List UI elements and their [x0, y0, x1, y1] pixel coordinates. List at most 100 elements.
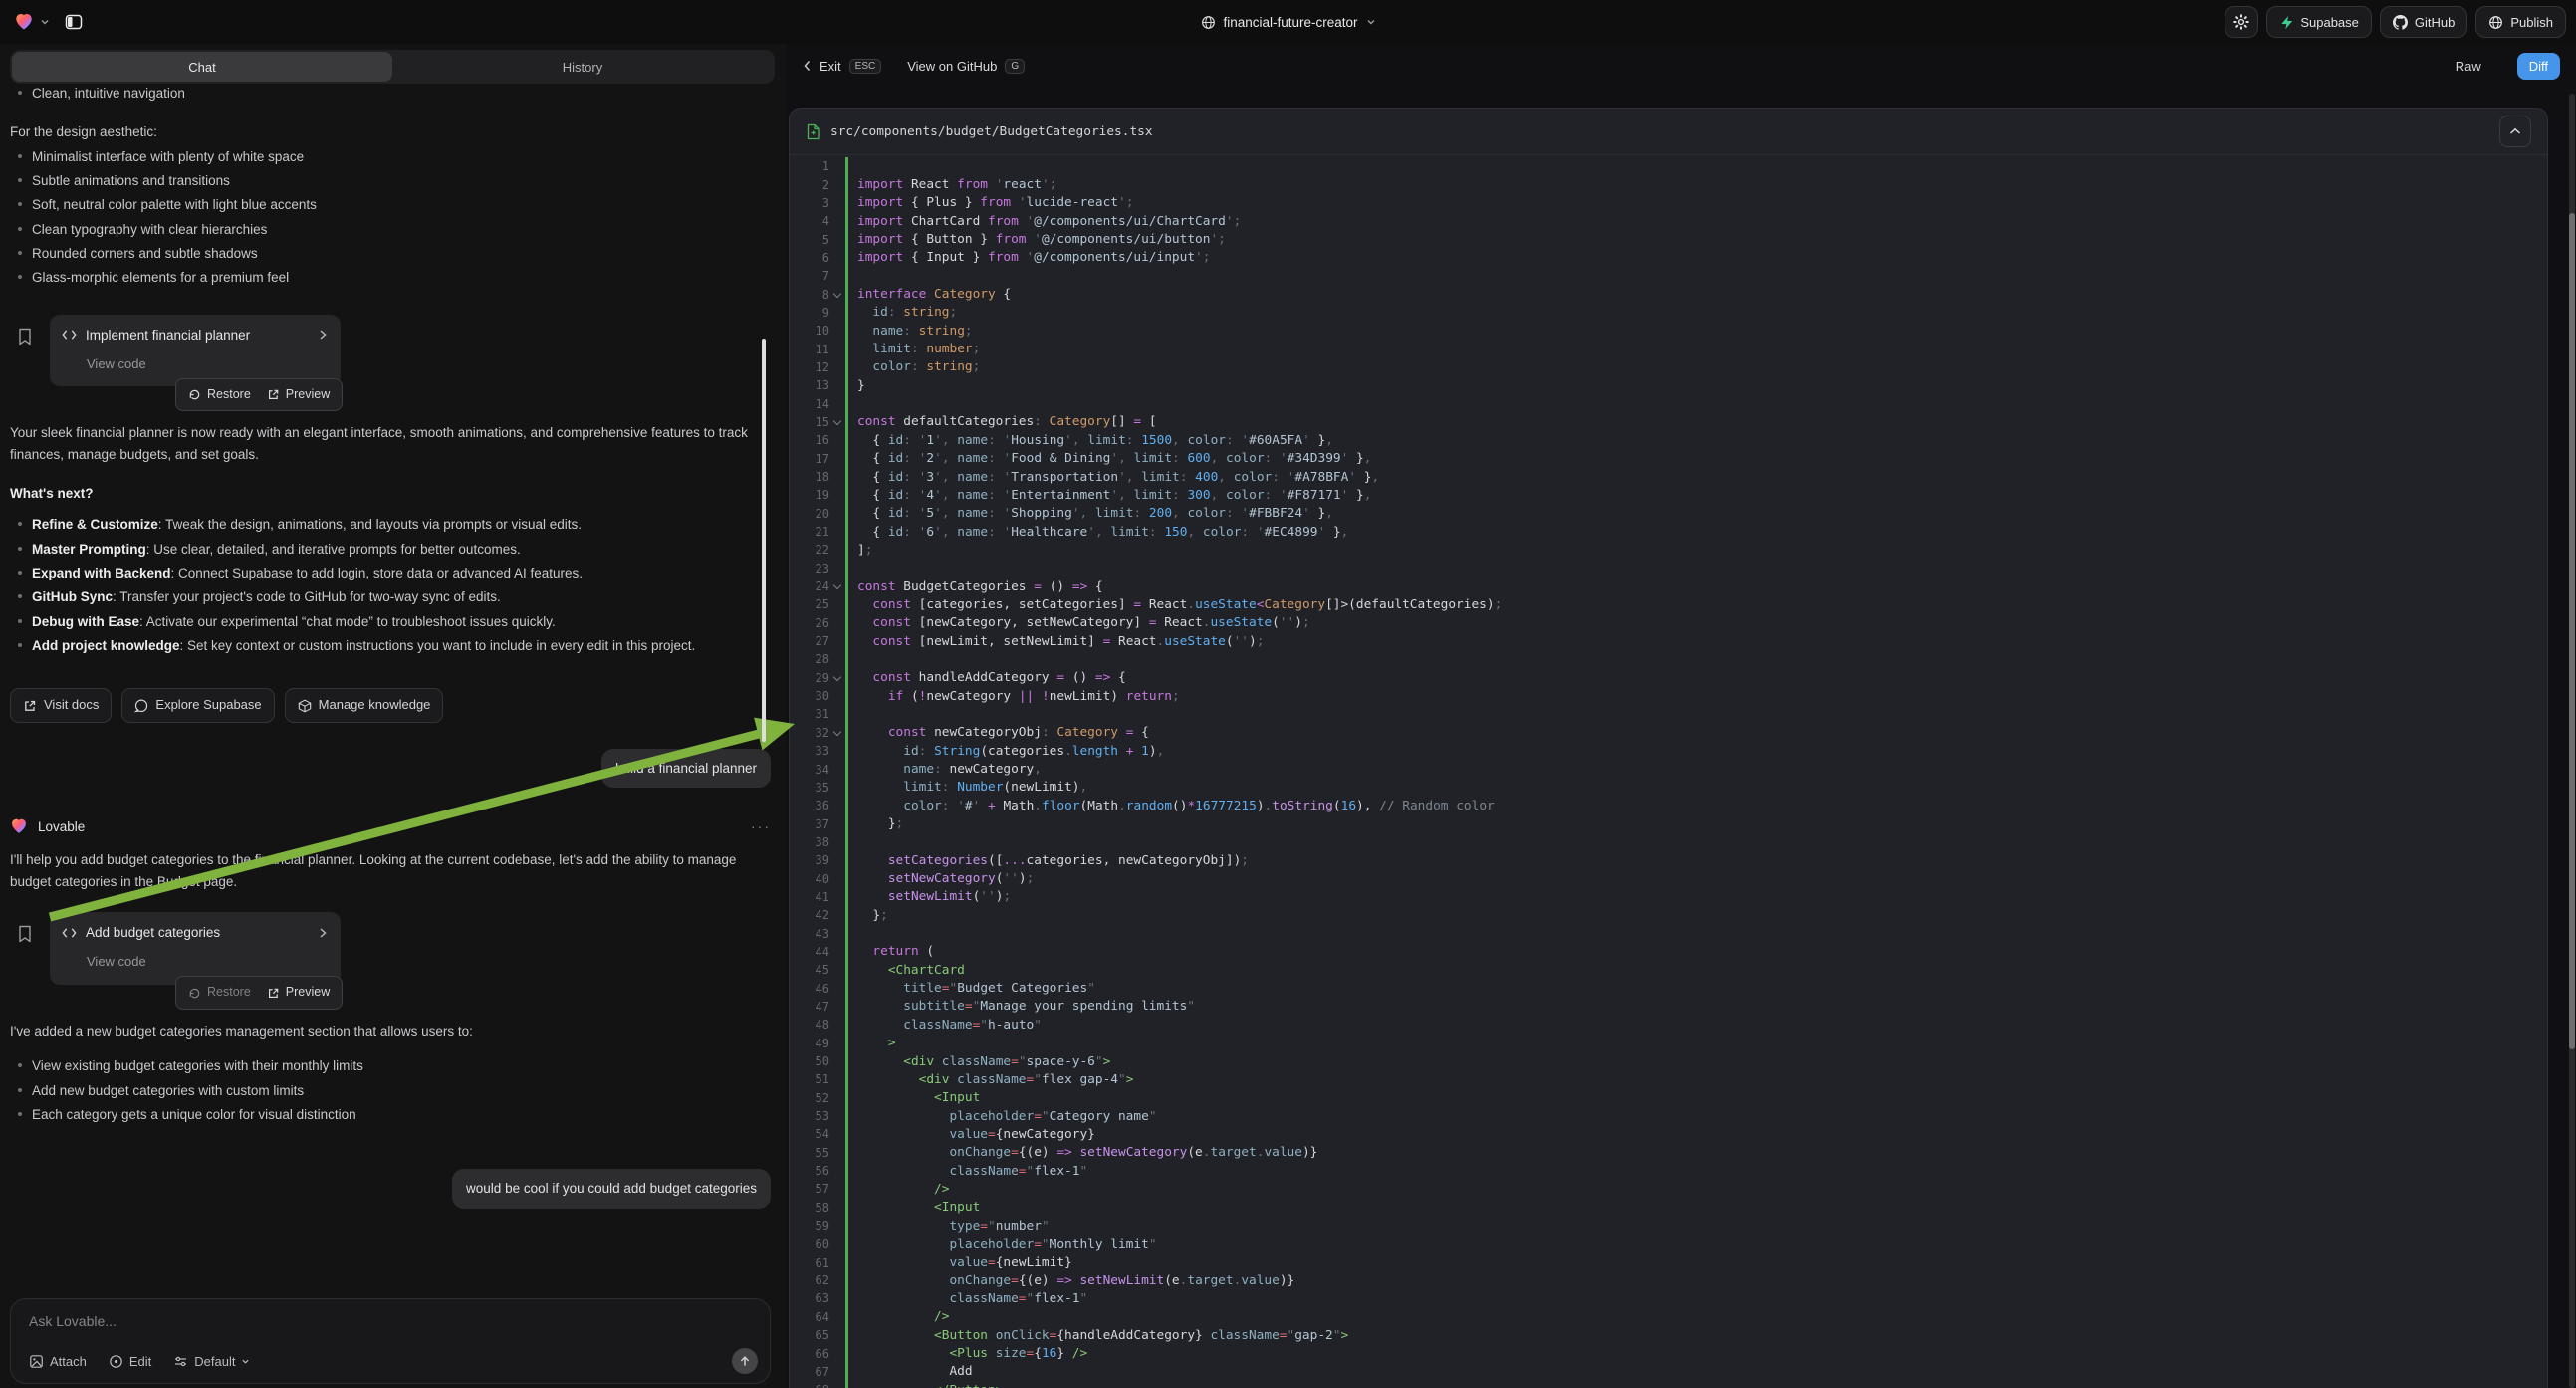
suggestion-buttons: Visit docs Explore Supabase Manage knowl… — [10, 688, 771, 723]
code-line: 51 <div className="flex gap-4"> — [790, 1070, 2547, 1088]
version-card[interactable]: Implement financial planner View code Re… — [50, 315, 341, 387]
edit-mode-button[interactable]: Edit — [109, 1354, 151, 1369]
assistant-paragraph: Your sleek financial planner is now read… — [10, 422, 771, 465]
code-line: 50 <div className="space-y-6"> — [790, 1052, 2547, 1070]
code-line: 42 }; — [790, 906, 2547, 924]
exit-button[interactable]: Exit ESC — [803, 59, 881, 74]
code-scrollbar-thumb[interactable] — [2569, 213, 2575, 1049]
restore-button[interactable]: Restore — [188, 385, 251, 405]
chat-bubble-icon — [134, 699, 148, 713]
code-line: 36 color: '#' + Math.floor(Math.random()… — [790, 797, 2547, 814]
heart-icon — [14, 12, 34, 32]
fold-chevron-icon[interactable] — [829, 293, 845, 297]
list-item: Clean typography with clear hierarchies — [32, 219, 771, 240]
manage-knowledge-button[interactable]: Manage knowledge — [285, 688, 444, 723]
list-item: Clean, intuitive navigation — [32, 83, 771, 104]
list-item: Soft, neutral color palette with light b… — [32, 194, 771, 215]
list-item: Refine & Customize: Tweak the design, an… — [32, 514, 771, 535]
version-card-title-row[interactable]: Implement financial planner — [62, 325, 329, 346]
composer-toolbar: Attach Edit Default — [29, 1348, 758, 1374]
fold-chevron-icon[interactable] — [829, 584, 845, 588]
raw-toggle-button[interactable]: Raw — [2446, 53, 2491, 80]
preview-button[interactable]: Preview — [267, 983, 330, 1003]
attach-button[interactable]: Attach — [29, 1354, 87, 1369]
user-message-bubble: would be cool if you could add budget ca… — [452, 1169, 771, 1208]
list-item: Add project knowledge: Set key context o… — [32, 635, 771, 656]
composer-input[interactable]: Ask Lovable... — [29, 1313, 117, 1329]
fold-chevron-icon[interactable] — [829, 731, 845, 735]
code-line: 46 title="Budget Categories" — [790, 979, 2547, 997]
code-line: 47 subtitle="Manage your spending limits… — [790, 998, 2547, 1016]
send-button[interactable] — [732, 1348, 758, 1374]
publish-label: Publish — [2510, 15, 2553, 30]
tab-history[interactable]: History — [392, 52, 773, 82]
restore-preview-pill: Restore Preview — [175, 378, 343, 412]
code-line: 32 const newCategoryObj: Category = { — [790, 724, 2547, 742]
code-line: 53 placeholder="Category name" — [790, 1107, 2547, 1125]
lovable-logo[interactable] — [14, 12, 34, 32]
restore-button[interactable]: Restore — [188, 983, 251, 1003]
version-title: Add budget categories — [86, 922, 220, 943]
code-line: 58 <Input — [790, 1199, 2547, 1217]
version-card[interactable]: Add budget categories View code Restore … — [50, 912, 341, 985]
code-line: 1 — [790, 157, 2547, 175]
code-line: 27 const [newLimit, setNewLimit] = React… — [790, 632, 2547, 650]
tab-chat[interactable]: Chat — [12, 52, 392, 82]
code-line: 17 { id: '2', name: 'Food & Dining', lim… — [790, 450, 2547, 468]
chevron-down-icon — [241, 1357, 250, 1366]
code-line: 5import { Button } from '@/components/ui… — [790, 230, 2547, 248]
mode-select[interactable]: Default — [173, 1354, 250, 1369]
preview-button[interactable]: Preview — [267, 385, 330, 405]
settings-button[interactable] — [2225, 6, 2258, 38]
list-item: GitHub Sync: Transfer your project's cod… — [32, 586, 771, 607]
code-line: 20 { id: '5', name: 'Shopping', limit: 2… — [790, 505, 2547, 523]
code-line: 23 — [790, 560, 2547, 578]
chevron-left-icon — [803, 60, 812, 72]
diff-toggle-button[interactable]: Diff — [2517, 53, 2560, 80]
code-line: 31 — [790, 705, 2547, 723]
explore-supabase-button[interactable]: Explore Supabase — [121, 688, 274, 723]
visit-docs-button[interactable]: Visit docs — [10, 688, 112, 723]
code-line: 9 id: string; — [790, 304, 2547, 322]
code-line: 3import { Plus } from 'lucide-react'; — [790, 194, 2547, 212]
view-code-link[interactable]: View code — [87, 952, 329, 973]
code-line: 52 <Input — [790, 1089, 2547, 1107]
view-on-github-button[interactable]: View on GitHub G — [907, 59, 1025, 74]
code-line: 65 <Button onClick={handleAddCategory} c… — [790, 1326, 2547, 1344]
fold-chevron-icon[interactable] — [829, 420, 845, 424]
chevron-down-icon[interactable] — [40, 17, 50, 27]
bookmark-icon[interactable] — [16, 327, 34, 347]
fold-chevron-icon[interactable] — [829, 676, 845, 680]
composer[interactable]: Ask Lovable... Attach Edit — [10, 1298, 771, 1384]
supabase-button[interactable]: Supabase — [2266, 6, 2372, 38]
restore-icon — [188, 987, 201, 1000]
code-lines[interactable]: 12import React from 'react';3import { Pl… — [790, 155, 2547, 1388]
message-options-button[interactable]: ··· — [751, 815, 771, 837]
code-line: 49 > — [790, 1035, 2547, 1052]
code-line: 66 <Plus size={16} /> — [790, 1344, 2547, 1362]
github-button[interactable]: GitHub — [2380, 6, 2467, 38]
project-switcher[interactable]: financial-future-creator — [1200, 0, 1375, 44]
view-code-link[interactable]: View code — [87, 354, 329, 375]
version-row: Add budget categories View code Restore … — [16, 912, 771, 985]
code-line: 4import ChartCard from '@/components/ui/… — [790, 212, 2547, 230]
code-line: 13} — [790, 376, 2547, 394]
code-line: 11 limit: number; — [790, 340, 2547, 357]
code-card: src/components/budget/BudgetCategories.t… — [789, 108, 2548, 1388]
chevron-right-icon — [317, 927, 329, 939]
list-item: Glass-morphic elements for a premium fee… — [32, 267, 771, 288]
version-card-title-row[interactable]: Add budget categories — [62, 922, 329, 943]
code-line: 37 }; — [790, 814, 2547, 832]
publish-button[interactable]: Publish — [2475, 6, 2566, 38]
collapse-file-button[interactable] — [2499, 116, 2531, 147]
code-line: 16 { id: '1', name: 'Housing', limit: 15… — [790, 431, 2547, 449]
code-line: 14 — [790, 394, 2547, 412]
bookmark-icon[interactable] — [16, 924, 34, 944]
top-bar: financial-future-creator Supabase — [0, 0, 2576, 44]
intro-bullet-list: Clean, intuitive navigation — [10, 83, 771, 104]
code-line: 33 id: String(categories.length + 1), — [790, 742, 2547, 760]
code-line: 25 const [categories, setCategories] = R… — [790, 595, 2547, 613]
chat-scrollbar-thumb[interactable] — [762, 339, 766, 742]
file-header[interactable]: src/components/budget/BudgetCategories.t… — [790, 109, 2547, 155]
sidebar-toggle-button[interactable] — [64, 12, 84, 32]
